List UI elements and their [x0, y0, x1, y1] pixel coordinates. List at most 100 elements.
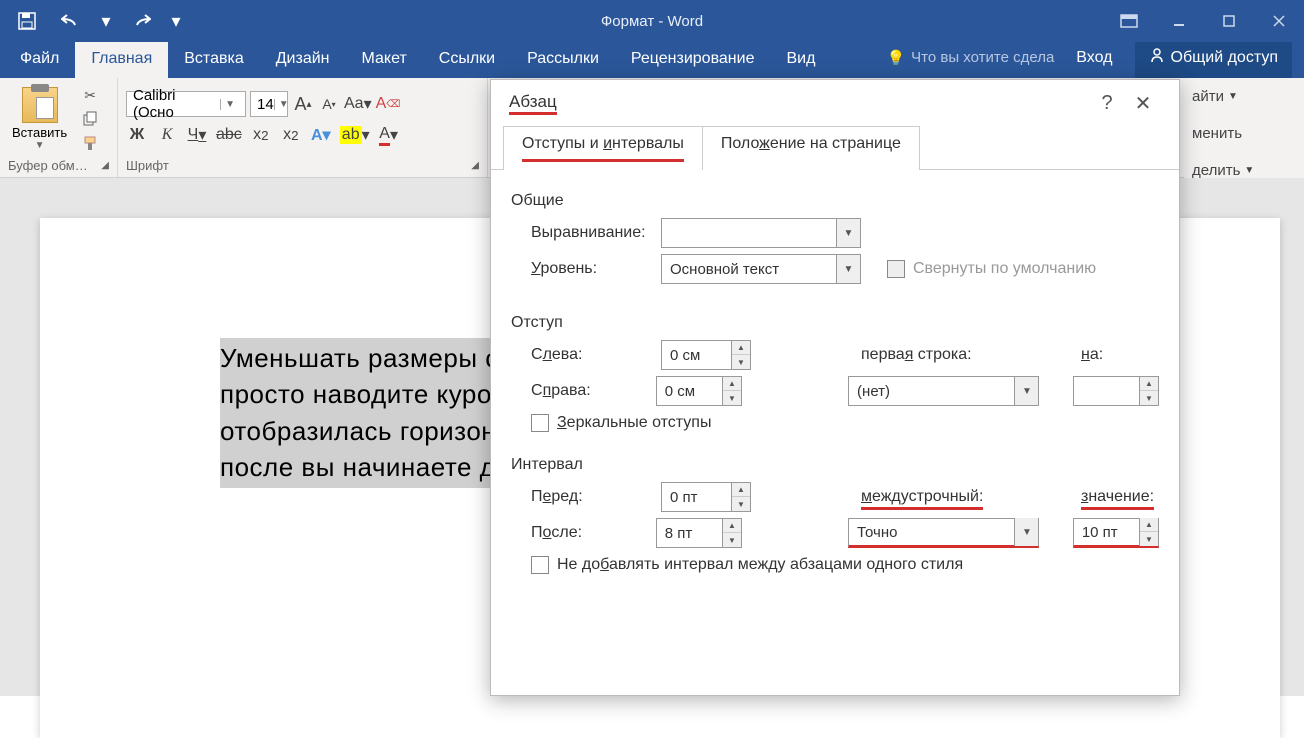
close-icon[interactable] [1254, 0, 1304, 42]
chevron-down-icon: ▼ [836, 255, 860, 283]
section-indent: Отступ [511, 314, 1159, 332]
indent-left-spin[interactable]: 0 см ▲▼ [661, 340, 751, 370]
share-label: Общий доступ [1171, 49, 1279, 67]
font-name-combo[interactable]: Calibri (Осно▼ [126, 91, 246, 117]
underline-button[interactable]: Ч▾ [186, 123, 208, 147]
undo-icon[interactable] [52, 2, 90, 40]
spacing-after-label: После: [531, 524, 646, 542]
indent-right-spin[interactable]: 0 см ▲▼ [656, 376, 742, 406]
dialog-tabs: Отступы и интервалы Положение на страниц… [491, 126, 1179, 170]
cut-icon[interactable]: ✂ [79, 84, 101, 106]
find-button[interactable]: айти ▼ [1184, 78, 1304, 115]
tab-insert[interactable]: Вставка [168, 42, 259, 78]
spin-up-icon[interactable]: ▲ [732, 341, 750, 355]
spin-down-icon[interactable]: ▼ [1140, 532, 1158, 546]
window-title: Формат - Word [601, 13, 703, 30]
paste-button[interactable]: Вставить ▼ [8, 83, 71, 155]
bold-button[interactable]: Ж [126, 123, 148, 147]
tab-indents-spacing[interactable]: Отступы и интервалы [503, 126, 703, 170]
titlebar: ▾ ▾ Формат - Word [0, 0, 1304, 42]
no-space-same-style-label: Не добавлять интервал между абзацами одн… [557, 556, 963, 574]
chevron-down-icon: ▼ [220, 99, 239, 110]
section-spacing: Интервал [511, 456, 1159, 474]
spin-down-icon[interactable]: ▼ [723, 391, 741, 405]
outline-level-combo[interactable]: Основной текст▼ [661, 254, 861, 284]
help-button[interactable]: ? [1089, 92, 1125, 115]
tab-mailings[interactable]: Рассылки [511, 42, 615, 78]
dialog-body: Общие Выравнивание: ▼ Уровень: Основной … [491, 170, 1179, 594]
tell-me-input[interactable]: 💡 Что вы хотите сдела [886, 49, 1054, 67]
font-size-combo[interactable]: 14▼ [250, 91, 288, 117]
spin-down-icon[interactable]: ▼ [1140, 391, 1158, 405]
qat-customize-icon[interactable]: ▾ [166, 2, 186, 40]
subscript-button[interactable]: x2 [250, 123, 272, 147]
paste-label: Вставить [12, 125, 67, 140]
text-effects-icon[interactable]: A▾ [310, 123, 332, 147]
tab-references[interactable]: Ссылки [423, 42, 511, 78]
superscript-button[interactable]: x2 [280, 123, 302, 147]
group-clipboard: Вставить ▼ ✂ Буфер обм…◢ [0, 78, 118, 177]
spin-down-icon[interactable]: ▼ [732, 497, 750, 511]
tab-layout[interactable]: Макет [346, 42, 423, 78]
strikethrough-button[interactable]: abc [216, 123, 242, 147]
alignment-label: Выравнивание: [531, 224, 651, 242]
paste-icon [22, 87, 58, 123]
close-button[interactable]: ✕ [1125, 91, 1161, 116]
spin-down-icon[interactable]: ▼ [732, 355, 750, 369]
spin-up-icon[interactable]: ▲ [1140, 518, 1158, 532]
tab-line-page-breaks[interactable]: Положение на странице [702, 126, 920, 170]
spin-up-icon[interactable]: ▲ [723, 377, 741, 391]
tab-review[interactable]: Рецензирование [615, 42, 771, 78]
collapsed-checkbox [887, 260, 905, 278]
highlight-icon[interactable]: ab▾ [340, 123, 370, 147]
grow-font-icon[interactable]: A▴ [292, 92, 314, 116]
spin-up-icon[interactable]: ▲ [723, 519, 741, 533]
spacing-after-spin[interactable]: 8 пт ▲▼ [656, 518, 742, 548]
share-button[interactable]: Общий доступ [1135, 37, 1293, 78]
first-line-label: первая строка: [861, 346, 1001, 364]
special-indent-combo[interactable]: (нет)▼ [848, 376, 1039, 406]
group-font: Calibri (Осно▼ 14▼ A▴ A▾ Aa▾ A⌫ Ж К Ч▾ a… [118, 78, 488, 177]
by-spin[interactable]: ▲▼ [1073, 376, 1159, 406]
replace-button[interactable]: менить [1184, 115, 1304, 152]
no-space-same-style-checkbox[interactable] [531, 556, 549, 574]
tab-file[interactable]: Файл [4, 42, 75, 78]
font-color-icon[interactable]: A▾ [378, 123, 400, 147]
copy-icon[interactable] [79, 108, 101, 130]
redo-icon[interactable] [122, 2, 160, 40]
spin-up-icon[interactable]: ▲ [732, 483, 750, 497]
spacing-before-spin[interactable]: 0 пт ▲▼ [661, 482, 751, 512]
ribbon-display-options-icon[interactable] [1104, 0, 1154, 42]
dialog-launcher-icon[interactable]: ◢ [471, 160, 479, 171]
format-painter-icon[interactable] [79, 132, 101, 154]
shrink-font-icon[interactable]: A▾ [318, 92, 340, 116]
ribbon-tabs: Файл Главная Вставка Дизайн Макет Ссылки… [0, 42, 1304, 78]
spin-down-icon[interactable]: ▼ [723, 533, 741, 547]
indent-left-label: Слева: [531, 346, 651, 364]
chevron-down-icon: ▼ [836, 219, 860, 247]
undo-dropdown-icon[interactable]: ▾ [96, 2, 116, 40]
chevron-down-icon: ▼ [1014, 518, 1038, 546]
quick-access-toolbar: ▾ ▾ [0, 2, 194, 40]
tab-design[interactable]: Дизайн [260, 42, 346, 78]
outline-level-label: Уровень: [531, 260, 651, 278]
sign-in-button[interactable]: Вход [1066, 41, 1122, 75]
mirror-indents-checkbox[interactable] [531, 414, 549, 432]
dialog-title-text: Абзац [509, 92, 557, 115]
tab-home[interactable]: Главная [75, 42, 168, 78]
alignment-combo[interactable]: ▼ [661, 218, 861, 248]
spin-up-icon[interactable]: ▲ [1140, 377, 1158, 391]
tab-view[interactable]: Вид [770, 42, 831, 78]
save-icon[interactable] [8, 2, 46, 40]
line-spacing-combo[interactable]: Точно▼ [848, 518, 1039, 548]
chevron-down-icon: ▼ [274, 99, 293, 110]
minimize-icon[interactable] [1154, 0, 1204, 42]
at-spin[interactable]: 10 пт ▲▼ [1073, 518, 1159, 548]
clipboard-group-label: Буфер обм…◢ [8, 156, 109, 175]
font-group-label: Шрифт◢ [126, 156, 479, 175]
italic-button[interactable]: К [156, 123, 178, 147]
change-case-icon[interactable]: Aa▾ [344, 92, 372, 116]
maximize-icon[interactable] [1204, 0, 1254, 42]
clear-formatting-icon[interactable]: A⌫ [376, 92, 401, 116]
dialog-launcher-icon[interactable]: ◢ [101, 160, 109, 171]
